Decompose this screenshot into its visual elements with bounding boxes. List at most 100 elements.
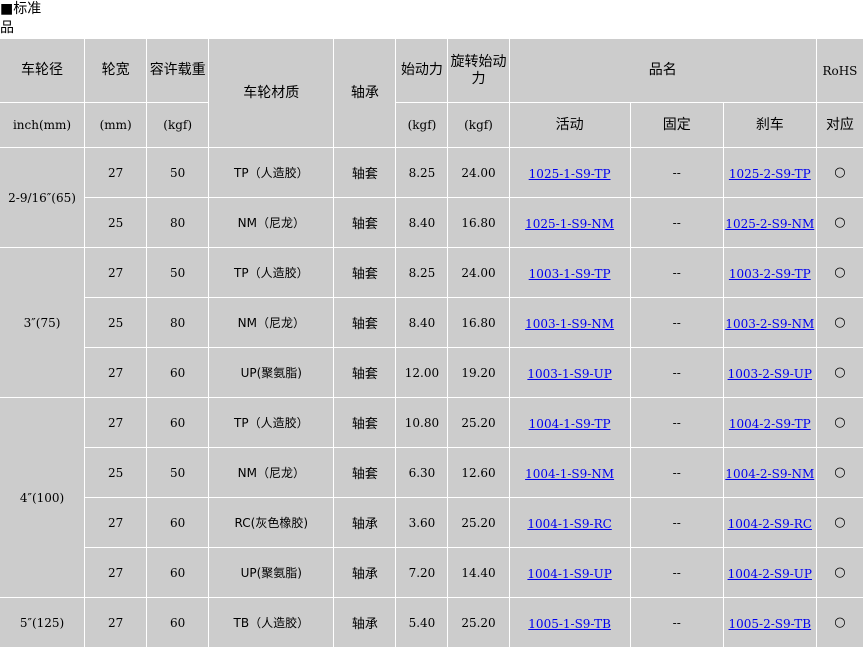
cell-fixed: -- <box>630 548 723 597</box>
cell-rotate-force: 16.80 <box>448 298 509 347</box>
cell-rotate-force: 25.20 <box>448 598 509 647</box>
swivel-product-link[interactable]: 1025-1-S9-NM <box>525 217 614 231</box>
cell-brake: 1003-2-S9-NM <box>723 298 816 347</box>
cell-material: NM（尼龙） <box>209 298 334 347</box>
cell-material: TP（人造胶） <box>209 398 334 447</box>
cell-rotate-force: 24.00 <box>448 148 509 197</box>
cell-swivel: 1005-1-S9-TB <box>509 598 630 647</box>
cell-swivel: 1003-1-S9-NM <box>509 298 630 347</box>
product-spec-table: 车轮径 轮宽 容许载重 车轮材质 轴承 始动力 旋转始动力 品名 RoHS in… <box>0 38 863 648</box>
cell-rotate-force: 25.20 <box>448 398 509 447</box>
table-row: 25 50 NM（尼龙） 轴套 6.30 12.60 1004-1-S9-NM -- 1004-… <box>0 448 863 497</box>
cell-brake: 1004-2-S9-RC <box>723 498 816 547</box>
cell-rotate-force: 25.20 <box>448 498 509 547</box>
cell-load: 80 <box>147 298 209 347</box>
cell-rotate-force: 14.40 <box>448 548 509 597</box>
rohs-circle-icon: ○ <box>816 248 863 297</box>
cell-start-force: 6.30 <box>396 448 448 497</box>
cell-fixed: -- <box>630 248 723 297</box>
swivel-product-link[interactable]: 1003-1-S9-NM <box>525 317 614 331</box>
cell-material: UP(聚氨脂) <box>209 548 334 597</box>
table-row: 25 80 NM（尼龙） 轴套 8.40 16.80 1025-1-S9-NM -- 1025-… <box>0 198 863 247</box>
table-row: 2-9/16″(65) 27 50 TP（人造胶） 轴套 8.25 24.00 1025-1-… <box>0 148 863 247</box>
cell-rotate-force: 16.80 <box>448 198 509 247</box>
swivel-product-link[interactable]: 1003-1-S9-TP <box>529 267 611 281</box>
cell-brake: 1025-2-S9-NM <box>723 198 816 247</box>
header-width-unit: (mm) <box>85 103 147 147</box>
cell-width: 27 <box>85 548 147 597</box>
cell-bearing: 轴套 <box>334 448 396 497</box>
cell-brake: 1003-2-S9-UP <box>723 348 816 397</box>
brake-product-link[interactable]: 1004-2-S9-UP <box>728 567 812 581</box>
cell-swivel: 1025-1-S9-NM <box>509 198 630 247</box>
cell-width: 27 <box>85 348 147 397</box>
swivel-product-link[interactable]: 1005-1-S9-TB <box>528 617 611 631</box>
cell-material: NM（尼龙） <box>209 448 334 497</box>
swivel-product-link[interactable]: 1004-1-S9-UP <box>527 567 611 581</box>
cell-fixed: -- <box>630 298 723 347</box>
brake-product-link[interactable]: 1005-2-S9-TB <box>729 617 812 631</box>
brake-product-link[interactable]: 1003-2-S9-TP <box>729 267 811 281</box>
cell-bearing: 轴套 <box>334 198 396 247</box>
swivel-product-link[interactable]: 1003-1-S9-UP <box>527 367 611 381</box>
cell-bearing: 轴套 <box>334 398 396 447</box>
cell-load: 60 <box>147 548 209 597</box>
cell-load: 60 <box>147 348 209 397</box>
swivel-product-link[interactable]: 1004-1-S9-RC <box>527 517 611 531</box>
rohs-circle-icon: ○ <box>816 498 863 547</box>
table-header: 车轮径 轮宽 容许载重 车轮材质 轴承 始动力 旋转始动力 品名 RoHS in… <box>0 39 863 147</box>
cell-bearing: 轴套 <box>334 148 396 197</box>
header-bearing: 轴承 <box>334 39 396 147</box>
brake-product-link[interactable]: 1004-2-S9-NM <box>725 467 814 481</box>
cell-material: UP(聚氨脂) <box>209 348 334 397</box>
table-row: 27 60 RC(灰色橡胶) 轴承 3.60 25.20 1004-1-S9-RC -- 100… <box>0 498 863 547</box>
cell-brake: 1003-2-S9-TP <box>723 248 816 297</box>
brake-product-link[interactable]: 1004-2-S9-TP <box>729 417 811 431</box>
cell-brake: 1004-2-S9-NM <box>723 448 816 497</box>
cell-bearing: 轴套 <box>334 248 396 297</box>
header-brake: 刹车 <box>723 103 816 147</box>
header-fixed: 固定 <box>630 103 723 147</box>
header-load: 容许载重 <box>147 39 209 102</box>
cell-fixed: -- <box>630 448 723 497</box>
cell-brake: 1004-2-S9-TP <box>723 398 816 447</box>
cell-swivel: 1003-1-S9-TP <box>509 248 630 297</box>
header-swivel: 活动 <box>509 103 630 147</box>
header-start-force-unit: (kgf) <box>396 103 448 147</box>
cell-start-force: 3.60 <box>396 498 448 547</box>
section-heading: ■标准 <box>0 0 863 19</box>
rohs-circle-icon: ○ <box>816 348 863 397</box>
cell-diameter: 5″(125) <box>0 598 85 647</box>
brake-product-link[interactable]: 1004-2-S9-RC <box>728 517 812 531</box>
brake-product-link[interactable]: 1003-2-S9-UP <box>728 367 812 381</box>
cell-width: 27 <box>85 498 147 547</box>
table-row: 27 60 UP(聚氨脂) 轴承 7.20 14.40 1004-1-S9-UP -- 1004… <box>0 548 863 597</box>
cell-material: RC(灰色橡胶) <box>209 498 334 547</box>
rohs-circle-icon: ○ <box>816 598 863 647</box>
cell-load: 80 <box>147 198 209 247</box>
table-row: 4″(100) 27 60 TP（人造胶） 轴套 10.80 25.20 1004-1-S9-… <box>0 398 863 597</box>
header-product-name: 品名 <box>509 39 816 102</box>
swivel-product-link[interactable]: 1004-1-S9-NM <box>525 467 614 481</box>
cell-bearing: 轴套 <box>334 298 396 347</box>
cell-fixed: -- <box>630 148 723 197</box>
cell-bearing: 轴承 <box>334 548 396 597</box>
cell-load: 50 <box>147 448 209 497</box>
brake-product-link[interactable]: 1025-2-S9-NM <box>725 217 814 231</box>
cell-brake: 1005-2-S9-TB <box>723 598 816 647</box>
cell-rotate-force: 24.00 <box>448 248 509 297</box>
cell-start-force: 5.40 <box>396 598 448 647</box>
rohs-circle-icon: ○ <box>816 298 863 347</box>
cell-rotate-force: 12.60 <box>448 448 509 497</box>
header-diameter-unit: inch(mm) <box>0 103 85 147</box>
cell-load: 60 <box>147 398 209 447</box>
swivel-product-link[interactable]: 1025-1-S9-TP <box>529 167 611 181</box>
cell-rotate-force: 19.20 <box>448 348 509 397</box>
header-start-force: 始动力 <box>396 39 448 102</box>
cell-fixed: -- <box>630 398 723 447</box>
cell-fixed: -- <box>630 498 723 547</box>
brake-product-link[interactable]: 1003-2-S9-NM <box>725 317 814 331</box>
swivel-product-link[interactable]: 1004-1-S9-TP <box>529 417 611 431</box>
header-rotate-force-unit: (kgf) <box>448 103 509 147</box>
brake-product-link[interactable]: 1025-2-S9-TP <box>729 167 811 181</box>
